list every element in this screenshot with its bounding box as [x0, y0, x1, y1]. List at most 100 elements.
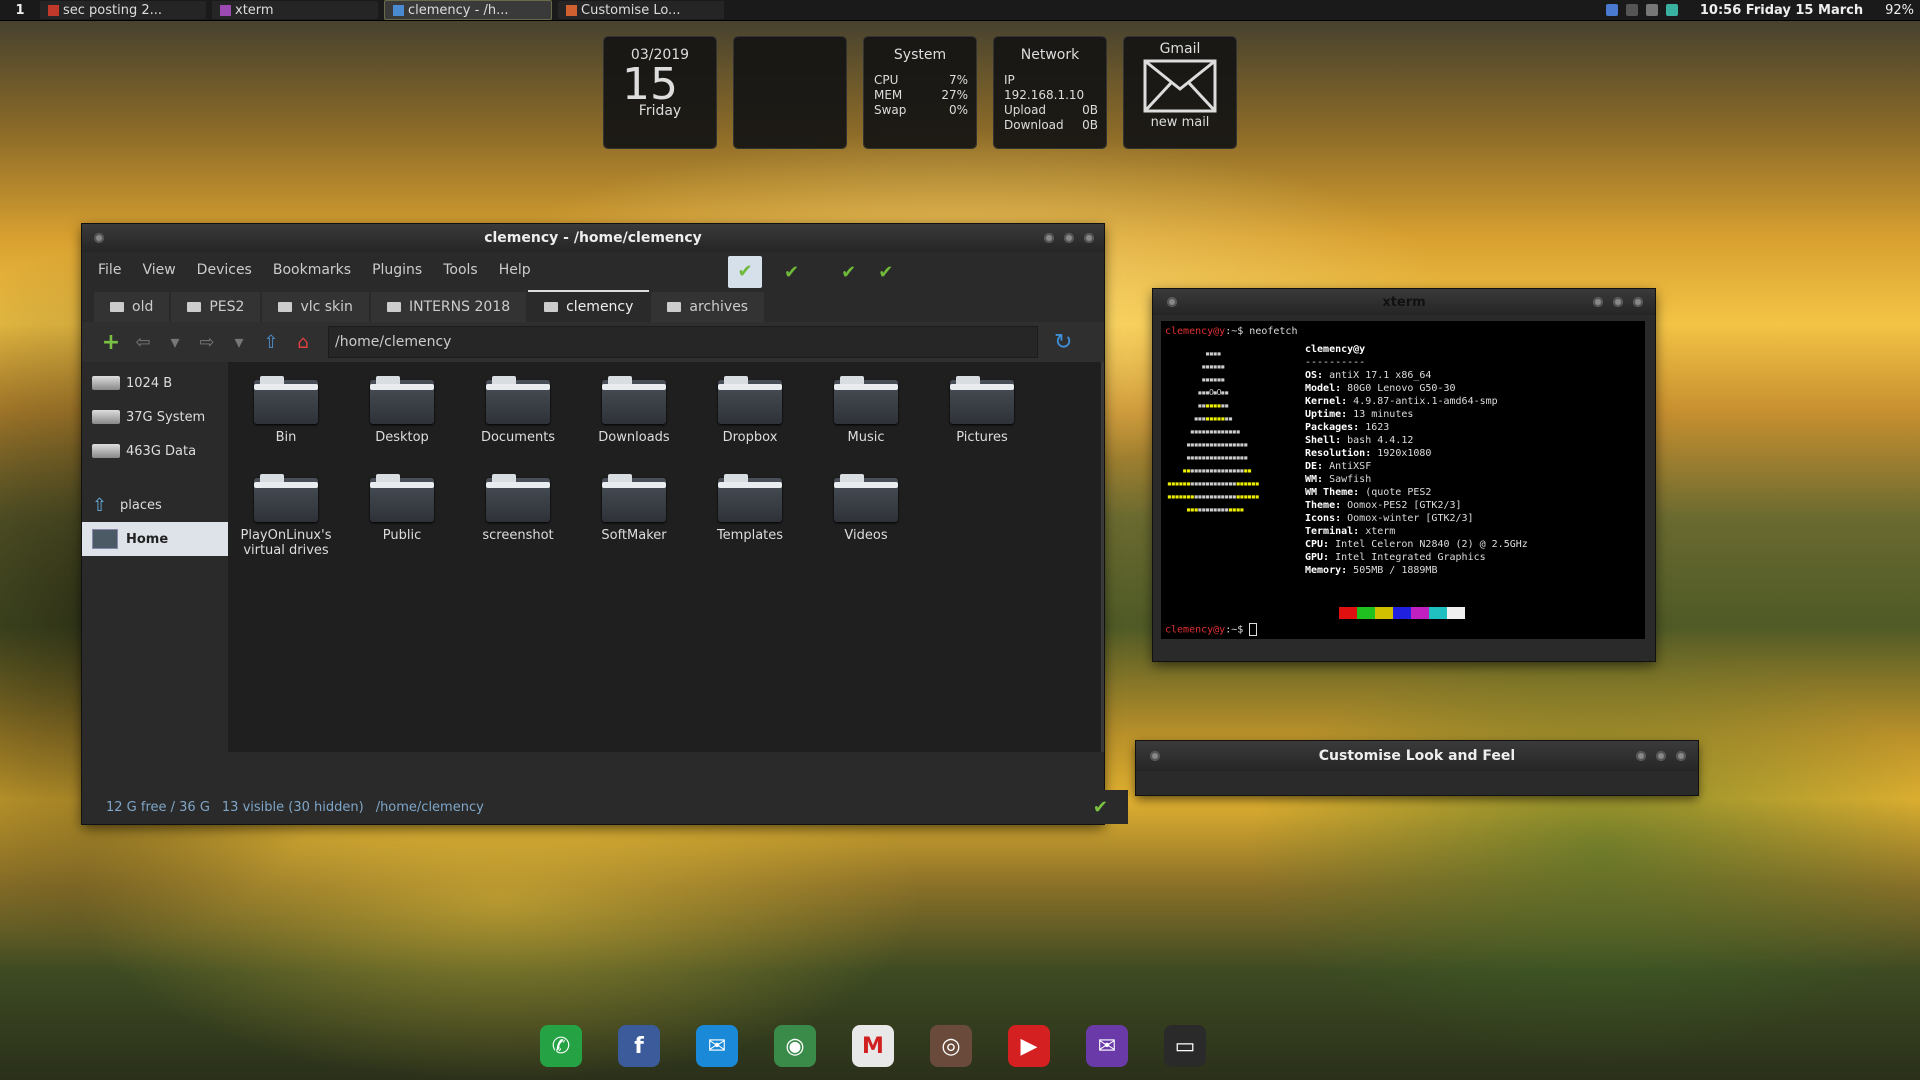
up-arrow-icon[interactable]: ⇧ — [258, 329, 284, 355]
close-button[interactable] — [1084, 233, 1094, 243]
clock[interactable]: 10:56 Friday 15 March — [1700, 3, 1863, 18]
terminal-output[interactable]: clemency@y:~$ neofetch ▪▪▪▪ ▪▪▪▪▪▪ ▪▪▪▪▪… — [1161, 321, 1645, 639]
folder-label: Bin — [275, 430, 297, 445]
tab-label: old — [132, 299, 154, 315]
window-titlebar[interactable]: Customise Look and Feel — [1136, 741, 1698, 771]
tab-vlc-skin[interactable]: vlc skin — [262, 292, 369, 322]
network-widget: Network IP 192.168.1.10 Upload 0B Downloa… — [994, 37, 1106, 148]
side-item-home[interactable]: Home — [82, 522, 228, 556]
whatsapp-icon[interactable]: ✆ — [540, 1025, 582, 1067]
panel-2-toggle-checkmark-icon[interactable]: ✔ — [784, 262, 799, 283]
home-icon[interactable]: ⌂ — [290, 329, 316, 355]
tab-old[interactable]: old — [94, 292, 170, 322]
forward-arrow-icon[interactable]: ⇨ — [194, 329, 220, 355]
folder-item[interactable]: Desktop — [352, 376, 452, 445]
tab-archives[interactable]: archives — [651, 292, 765, 322]
info-value: (quote PES2 — [1359, 487, 1432, 498]
menu-help[interactable]: Help — [499, 262, 531, 278]
side-item-places[interactable]: ⇧ places — [82, 488, 228, 522]
panel-4-toggle-checkmark-icon[interactable]: ✔ — [878, 262, 893, 283]
window-titlebar[interactable]: clemency - /home/clemency — [82, 224, 1104, 252]
drive-data[interactable]: 463G Data — [82, 434, 228, 468]
maximize-button[interactable] — [1613, 297, 1623, 307]
date-day: 15 — [622, 59, 678, 110]
tab-interns-2018[interactable]: INTERNS 2018 — [370, 292, 527, 322]
folder-icon — [486, 474, 550, 522]
minimize-button[interactable] — [1636, 751, 1646, 761]
instagram-icon[interactable]: ◎ — [930, 1025, 972, 1067]
folder-item[interactable]: PlayOnLinux's virtual drives — [236, 474, 336, 558]
task-sec-posting[interactable]: sec posting 2... — [40, 1, 206, 19]
window-titlebar[interactable]: xterm — [1153, 289, 1655, 315]
folder-item[interactable]: Public — [352, 474, 452, 543]
menu-view[interactable]: View — [142, 262, 175, 278]
menu-plugins[interactable]: Plugins — [372, 262, 422, 278]
task-xterm[interactable]: xterm — [212, 1, 378, 19]
folder-item[interactable]: Documents — [468, 376, 568, 445]
close-button[interactable] — [1676, 751, 1686, 761]
terminal-icon[interactable]: ▭ — [1164, 1025, 1206, 1067]
task-file-manager[interactable]: clemency - /h... — [384, 0, 552, 20]
task-customise[interactable]: Customise Lo... — [558, 1, 724, 19]
cpu-value: 7% — [948, 73, 968, 87]
refresh-icon[interactable]: ↻ — [1054, 330, 1072, 355]
window-menu-button[interactable] — [94, 233, 104, 243]
folder-item[interactable]: Music — [816, 376, 916, 445]
battery-status[interactable]: 92% — [1885, 3, 1914, 18]
maximize-button[interactable] — [1656, 751, 1666, 761]
path-input[interactable] — [328, 326, 1038, 358]
back-arrow-icon[interactable]: ⇦ — [130, 329, 156, 355]
mail-icon[interactable]: ✉ — [696, 1025, 738, 1067]
network-icon[interactable] — [1625, 4, 1638, 16]
minimize-button[interactable] — [1593, 297, 1603, 307]
drive-system[interactable]: 37G System — [82, 400, 228, 434]
folder-item[interactable]: Downloads — [584, 376, 684, 445]
youtube-icon[interactable]: ▶ — [1008, 1025, 1050, 1067]
gmail-icon[interactable]: M — [852, 1025, 894, 1067]
folder-label: Templates — [716, 528, 784, 543]
folder-item[interactable]: Templates — [700, 474, 800, 543]
envelope-icon — [1143, 59, 1217, 113]
folder-label: Dropbox — [722, 430, 778, 445]
folder-item[interactable]: Bin — [236, 376, 336, 445]
maximize-button[interactable] — [1064, 233, 1074, 243]
folder-item[interactable]: screenshot — [468, 474, 568, 543]
folder-item[interactable]: Pictures — [932, 376, 1032, 445]
volume-icon[interactable] — [1645, 4, 1658, 16]
folder-icon — [370, 376, 434, 424]
yahoo-mail-icon[interactable]: ✉ — [1086, 1025, 1128, 1067]
menu-bookmarks[interactable]: Bookmarks — [273, 262, 351, 278]
menu-tools[interactable]: Tools — [443, 262, 478, 278]
folder-item[interactable]: SoftMaker — [584, 474, 684, 543]
tab-pes2[interactable]: PES2 — [171, 292, 261, 322]
panel-1-toggle-checkmark-icon[interactable]: ✔ — [728, 256, 762, 288]
tab-clemency[interactable]: clemency — [528, 290, 650, 322]
minimize-button[interactable] — [1044, 233, 1054, 243]
gmail-widget[interactable]: Gmail new mail — [1124, 37, 1236, 148]
back-history-chevron-down-icon[interactable]: ▾ — [162, 329, 188, 355]
new-tab-plus-icon[interactable]: + — [98, 329, 124, 355]
dropbox-icon[interactable] — [1605, 4, 1618, 16]
folder-item[interactable]: Dropbox — [700, 376, 800, 445]
close-button[interactable] — [1633, 297, 1643, 307]
folder-item[interactable]: Videos — [816, 474, 916, 543]
mem-label: MEM — [874, 88, 903, 102]
task-label: xterm — [235, 2, 274, 18]
browser-icon[interactable]: ◉ — [774, 1025, 816, 1067]
facebook-icon[interactable]: f — [618, 1025, 660, 1067]
panel-3-toggle-checkmark-icon[interactable]: ✔ — [841, 262, 856, 283]
workspace-number[interactable]: 1 — [0, 3, 40, 18]
palette-swatch — [1375, 607, 1393, 619]
window-menu-button[interactable] — [1167, 297, 1177, 307]
drive-icon — [92, 410, 120, 424]
menu-file[interactable]: File — [98, 262, 121, 278]
window-menu-button[interactable] — [1150, 751, 1160, 761]
swap-label: Swap — [874, 103, 907, 117]
separator: ---------- — [1305, 357, 1366, 368]
drive-1024b[interactable]: 1024 B — [82, 366, 228, 400]
menu-devices[interactable]: Devices — [197, 262, 252, 278]
window-title: Customise Look and Feel — [1318, 748, 1516, 764]
update-icon[interactable] — [1665, 4, 1678, 16]
forward-history-chevron-down-icon[interactable]: ▾ — [226, 329, 252, 355]
palette-swatch — [1357, 607, 1375, 619]
